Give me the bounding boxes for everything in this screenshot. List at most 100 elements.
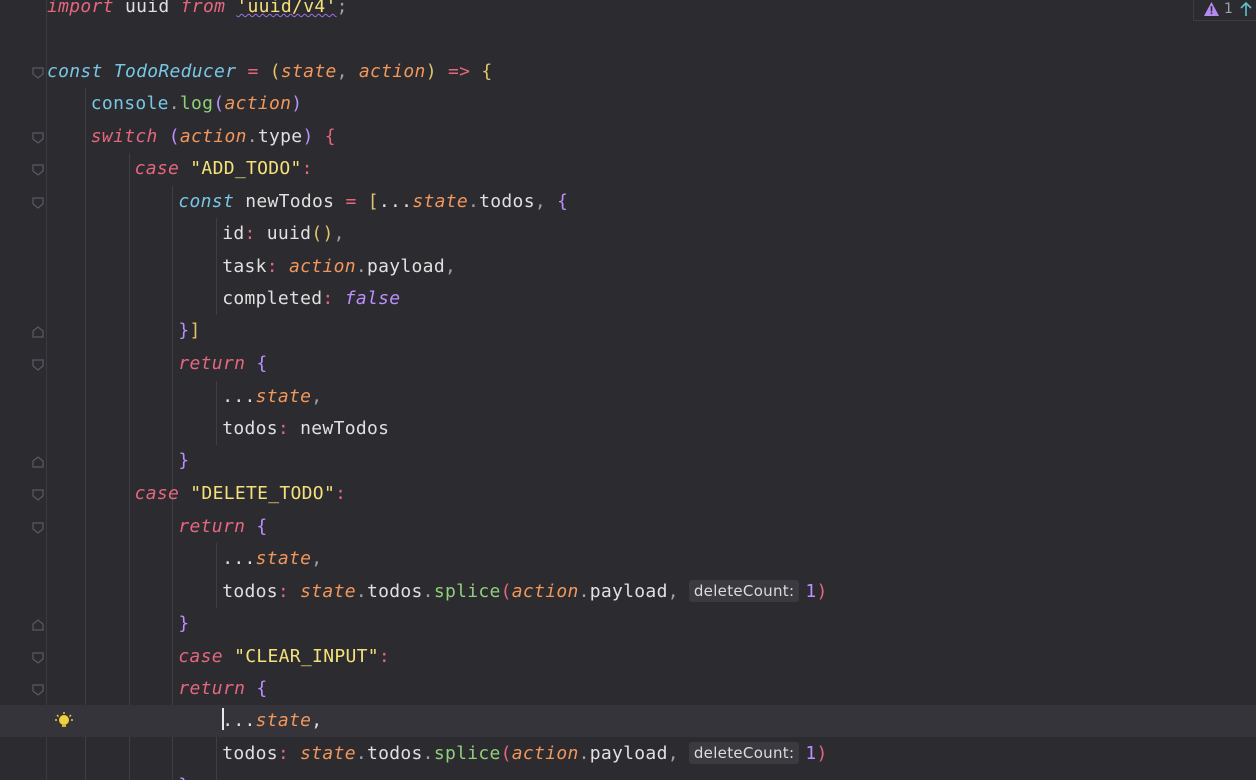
code-line[interactable]: switch (action.type) {	[0, 121, 1256, 153]
fold-collapse-icon[interactable]	[31, 66, 45, 80]
code-line[interactable]: ...state,	[0, 543, 1256, 575]
code-token: .	[355, 581, 367, 602]
code-token: case	[134, 158, 180, 179]
code-token: ...	[222, 548, 256, 569]
code-token: [	[367, 191, 379, 212]
code-token: state	[255, 710, 312, 731]
code-token: action	[511, 581, 579, 602]
code-text: completed: false	[222, 283, 400, 315]
code-line[interactable]: import uuid from 'uuid/v4';	[0, 0, 1256, 23]
code-text: case "CLEAR_INPUT":	[178, 641, 390, 673]
code-token: )	[816, 743, 828, 764]
code-line[interactable]: console.log(action)	[0, 88, 1256, 120]
code-line[interactable]: case "DELETE_TODO":	[0, 478, 1256, 510]
code-text: switch (action.type) {	[91, 121, 336, 153]
code-token: }	[178, 775, 189, 780]
code-line[interactable]: todos: newTodos	[0, 413, 1256, 445]
fold-collapse-icon[interactable]	[31, 196, 45, 210]
code-token: console	[90, 93, 169, 114]
code-token: ...	[378, 191, 413, 212]
code-token: "CLEAR_INPUT"	[234, 646, 379, 667]
code-line[interactable]: const newTodos = [...state.todos, {	[0, 186, 1256, 218]
code-token: todos	[479, 191, 535, 212]
code-token: payload	[589, 743, 668, 764]
code-token: from	[180, 0, 226, 17]
code-token: ...	[222, 386, 256, 407]
fold-collapse-icon[interactable]	[31, 521, 45, 535]
lightbulb-icon[interactable]	[54, 711, 74, 731]
code-line[interactable]: task: action.payload,	[0, 251, 1256, 283]
code-line[interactable]: }	[0, 445, 1256, 477]
code-token: 1	[805, 581, 817, 602]
code-line[interactable]: return {	[0, 348, 1256, 380]
code-token: case	[178, 646, 223, 667]
code-line[interactable]: completed: false	[0, 283, 1256, 315]
code-token: .	[355, 256, 367, 277]
code-line[interactable]: }]	[0, 315, 1256, 347]
code-line[interactable]: ...state,	[0, 381, 1256, 413]
code-line[interactable]: return {	[0, 673, 1256, 705]
code-text: todos: state.todos.splice(action.payload…	[222, 738, 827, 770]
code-token: ,	[667, 581, 679, 602]
code-token: =>	[447, 61, 471, 82]
code-token: todos	[222, 743, 278, 764]
code-line[interactable]: case "CLEAR_INPUT":	[0, 641, 1256, 673]
code-token: {	[256, 353, 268, 374]
arrow-up-icon[interactable]	[1239, 1, 1253, 17]
code-token: action	[511, 743, 579, 764]
code-line[interactable]: id: uuid(),	[0, 218, 1256, 250]
fold-end-icon[interactable]	[31, 325, 45, 339]
code-token: task	[222, 256, 267, 277]
fold-collapse-icon[interactable]	[31, 651, 45, 665]
code-token: .	[422, 743, 434, 764]
code-token: }	[178, 320, 190, 341]
code-token: log	[179, 93, 214, 114]
fold-collapse-icon[interactable]	[31, 488, 45, 502]
code-line[interactable]: ...state,	[0, 705, 1256, 737]
code-token: :	[301, 158, 313, 179]
code-token: ,	[333, 223, 345, 244]
parameter-hint: deleteCount:	[688, 580, 800, 602]
code-line[interactable]: }	[0, 770, 1256, 780]
fold-end-icon[interactable]	[31, 455, 45, 469]
code-line[interactable]: todos: state.todos.splice(action.payload…	[0, 576, 1256, 608]
code-line[interactable]: const TodoReducer = (state, action) => {	[0, 56, 1256, 88]
code-token: type	[257, 126, 303, 147]
fold-collapse-icon[interactable]	[31, 131, 45, 145]
code-text: console.log(action)	[91, 88, 303, 120]
code-editor[interactable]: import uuid from 'uuid/v4'; const TodoRed…	[0, 0, 1256, 780]
code-text: const newTodos = [...state.todos, {	[178, 186, 568, 218]
code-token: newTodos	[300, 418, 390, 439]
code-token: todos	[366, 581, 423, 602]
code-text: return {	[178, 348, 267, 380]
code-token: 1	[805, 743, 817, 764]
code-token: ...	[222, 710, 256, 731]
inspection-widget[interactable]: 1	[1193, 0, 1256, 21]
code-token: ,	[534, 191, 558, 212]
fold-collapse-icon[interactable]	[31, 683, 45, 697]
code-line[interactable]: case "ADD_TODO":	[0, 153, 1256, 185]
code-token: action	[289, 256, 356, 277]
code-line[interactable]: }	[0, 608, 1256, 640]
code-line[interactable]: todos: state.todos.splice(action.payload…	[0, 738, 1256, 770]
fold-collapse-icon[interactable]	[31, 358, 45, 372]
fold-collapse-icon[interactable]	[31, 163, 45, 177]
fold-end-icon[interactable]	[31, 618, 45, 632]
code-text: ...state,	[222, 381, 322, 413]
code-line[interactable]: return {	[0, 511, 1256, 543]
code-token: (	[500, 581, 512, 602]
code-token: :	[277, 581, 290, 602]
code-token: false	[344, 288, 401, 309]
code-token: ]	[189, 320, 201, 341]
